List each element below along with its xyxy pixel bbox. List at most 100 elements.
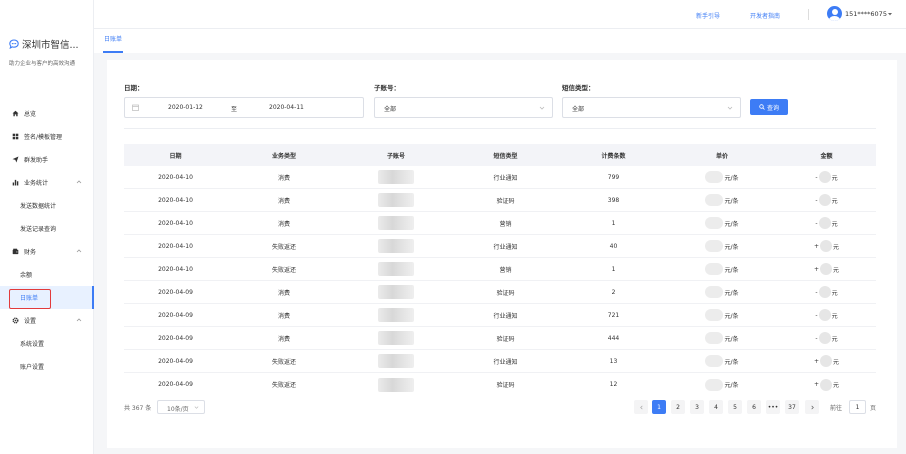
cell-amount: -元: [777, 304, 876, 326]
developer-guide-link[interactable]: 开发者指南: [750, 11, 780, 20]
goto-page-input[interactable]: 1: [849, 400, 866, 414]
subaccount-select[interactable]: 全部: [374, 97, 553, 118]
avatar[interactable]: [827, 6, 842, 21]
redacted-amount: [818, 194, 831, 206]
date-end: 2020-04-11: [269, 104, 304, 111]
page-button[interactable]: 2: [671, 400, 685, 414]
redacted-amount: [818, 309, 831, 321]
price-unit: 元/条: [724, 266, 739, 274]
sidebar-item-finance[interactable]: 财务: [0, 240, 94, 263]
amount-sign: +: [813, 381, 819, 388]
price-unit: 元/条: [724, 289, 739, 297]
sidebar-item-account-settings[interactable]: 账户设置: [0, 355, 94, 378]
redacted-price: [705, 332, 724, 344]
sms-type-value: 全部: [572, 106, 585, 113]
beginner-guide-link[interactable]: 新手引导: [696, 11, 720, 20]
page-size-value: 10条/页: [167, 406, 189, 413]
sidebar-item-send-records[interactable]: 发送记录查询: [0, 217, 94, 240]
cell-amount: + 元: [777, 235, 876, 257]
brand-slogan: 助力企业与客户的高效沟通: [9, 61, 76, 67]
caret-down-icon[interactable]: [887, 11, 893, 17]
page-button[interactable]: 4: [709, 400, 723, 414]
cell-subaccount: [341, 304, 451, 326]
cell-subaccount: [341, 350, 451, 372]
cell-date: 2020-04-10: [158, 173, 193, 181]
sms-type-select[interactable]: 全部: [562, 97, 741, 118]
gear-icon: [11, 317, 19, 325]
cell-date: 2020-04-09: [158, 334, 193, 342]
cell-date: 2020-04-09: [158, 288, 193, 296]
cell-sms-type: 行业通知: [493, 243, 518, 251]
sidebar-item-label: 签名/模板管理: [24, 134, 63, 141]
redacted-subaccount: [378, 308, 414, 322]
cell-biz-type: 失败返还: [271, 243, 296, 251]
sidebar: 深圳市智信... 助力企业与客户的高效沟通 总览 签名/模板管理 群发助手 业务…: [0, 0, 94, 454]
price-unit: 元/条: [724, 174, 739, 182]
prev-page-button[interactable]: [634, 400, 648, 414]
query-button[interactable]: 查询: [750, 99, 788, 115]
cell-price: 元/条: [667, 304, 777, 326]
amount-sign: -: [815, 311, 818, 319]
bill-table: 日期 业务类型 子账号 短信类型 计费条数 单价 金额 2020-04-10 消费…: [124, 144, 876, 396]
price-unit: 元/条: [724, 243, 739, 251]
grid-icon: [11, 133, 19, 141]
cell-sms-type: 验证码: [496, 197, 515, 205]
redacted-subaccount: [378, 285, 414, 299]
cell-price: 元/条: [667, 235, 777, 257]
price-unit: 元/条: [724, 197, 739, 205]
cell-date: 2020-04-10: [158, 265, 193, 273]
cell-price: 元/条: [667, 212, 777, 234]
cell-biz-type: 消费: [277, 289, 290, 297]
redacted-price: [705, 355, 724, 367]
sidebar-item-business-stats[interactable]: 业务统计: [0, 171, 94, 194]
sidebar-item-send-stats[interactable]: 发送数据统计: [0, 194, 94, 217]
next-page-button[interactable]: [805, 400, 819, 414]
brand: 深圳市智信...: [9, 37, 91, 51]
amount-unit: 元: [831, 220, 838, 228]
sidebar-item-bulk-send[interactable]: 群发助手: [0, 148, 94, 171]
wallet-icon: [11, 248, 19, 256]
page-button[interactable]: 1: [652, 400, 666, 414]
chevron-up-icon: [76, 318, 82, 322]
cell-amount: -元: [777, 166, 876, 188]
cell-subaccount: [341, 235, 451, 257]
top-bar: 新手引导 开发者指南 151****6075: [94, 0, 906, 29]
redacted-subaccount: [378, 331, 414, 345]
sidebar-item-system-settings[interactable]: 系统设置: [0, 332, 94, 355]
page-button[interactable]: 3: [690, 400, 704, 414]
cell-subaccount: [341, 189, 451, 211]
sidebar-item-overview[interactable]: 总览: [0, 102, 94, 125]
page-button[interactable]: 5: [728, 400, 742, 414]
sidebar-item-daily-bill[interactable]: 日账单: [0, 286, 94, 309]
table-row: 2020-04-10 消费 行业通知 799 元/条 - 元: [124, 166, 876, 189]
cell-biz-type: 消费: [277, 220, 290, 228]
page-size-select[interactable]: 10条/页: [157, 400, 205, 414]
cell-count: 799: [607, 173, 620, 181]
chevron-left-icon: [639, 405, 643, 409]
sms-type-label: 短信类型：: [562, 84, 595, 92]
sidebar-item-signature-template[interactable]: 签名/模板管理: [0, 125, 94, 148]
redacted-price: [705, 378, 724, 391]
tab-daily-bill[interactable]: 日账单: [103, 29, 124, 53]
page-button[interactable]: 6: [747, 400, 761, 414]
redacted-price: [705, 263, 724, 275]
sidebar-item-balance[interactable]: 余额: [0, 263, 94, 286]
cell-price: 元/条: [667, 166, 777, 188]
search-icon: [759, 104, 765, 110]
chevron-down-icon: [727, 106, 733, 110]
cell-count: 2: [611, 288, 616, 296]
redacted-price: [705, 194, 724, 206]
cell-count: 1: [611, 219, 616, 227]
page-button[interactable]: 37: [785, 400, 799, 414]
amount-sign: -: [815, 334, 818, 342]
sidebar-item-settings[interactable]: 设置: [0, 309, 94, 332]
amount-unit: 元: [833, 358, 840, 366]
user-phone[interactable]: 151****6075: [845, 10, 887, 18]
table-row: 2020-04-10 消费 营销 1 元/条 - 元: [124, 212, 876, 235]
cell-amount: + 元: [777, 258, 876, 280]
date-range-picker[interactable]: 2020-01-12 至 2020-04-11: [124, 97, 364, 118]
column-header-sms-type: 短信类型: [493, 152, 518, 160]
page-ellipsis[interactable]: •••: [766, 400, 780, 414]
table-row: 2020-04-09 消费 验证码 2 元/条 - 元: [124, 281, 876, 304]
redacted-amount: [820, 263, 832, 275]
